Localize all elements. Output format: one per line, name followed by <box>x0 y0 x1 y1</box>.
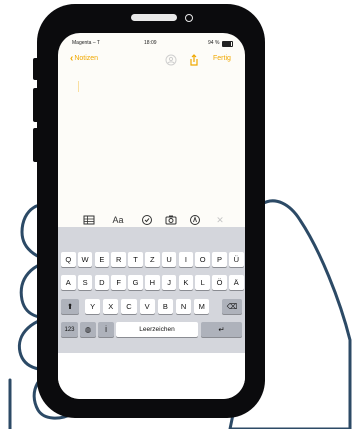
key-x[interactable]: X <box>103 299 119 314</box>
space-key[interactable]: Leerzeichen <box>116 322 198 337</box>
back-label: Notizen <box>74 55 99 62</box>
key-ä[interactable]: Ä <box>229 275 244 290</box>
shift-key[interactable]: ⬆ <box>61 299 79 314</box>
key-s[interactable]: S <box>77 275 93 290</box>
key-k[interactable]: K <box>178 275 194 290</box>
key-e[interactable]: E <box>94 252 110 267</box>
key-d[interactable]: D <box>94 275 110 290</box>
key-n[interactable]: N <box>176 299 192 314</box>
home-indicator-area <box>58 353 245 399</box>
front-camera <box>185 14 193 22</box>
key-j[interactable]: J <box>161 275 177 290</box>
key-v[interactable]: V <box>139 299 155 314</box>
volume-up-button <box>33 88 39 122</box>
key-u[interactable]: U <box>161 252 177 267</box>
battery-icon <box>222 41 233 47</box>
key-t[interactable]: T <box>128 252 143 267</box>
key-q[interactable]: Q <box>61 252 76 267</box>
key-ö[interactable]: Ö <box>212 275 227 290</box>
key-b[interactable]: B <box>157 299 173 314</box>
key-r[interactable]: R <box>111 252 126 267</box>
key-l[interactable]: L <box>195 275 210 290</box>
return-key[interactable]: ↵ <box>201 322 242 337</box>
key-i[interactable]: I <box>178 252 194 267</box>
key-z[interactable]: Z <box>145 252 160 267</box>
keyboard: QWERTZUIOPÜ ASDFGHJKLÖÄ YXCVBNM ⬆ ⌫ 123 … <box>58 227 245 353</box>
globe-key[interactable]: ◍ <box>80 322 96 337</box>
status-time: 18:09 <box>144 40 157 46</box>
numbers-key[interactable]: 123 <box>61 322 78 337</box>
speaker-grille <box>131 14 177 21</box>
key-a[interactable]: A <box>61 275 76 290</box>
microphone-key[interactable]: İ <box>98 322 114 337</box>
status-bar: Magenta – T 18:09 94 % <box>58 40 245 50</box>
delete-key[interactable]: ⌫ <box>222 299 242 314</box>
done-button[interactable]: Fertig <box>213 55 231 62</box>
delete-icon: ⌫ <box>226 302 238 311</box>
key-h[interactable]: H <box>145 275 160 290</box>
back-button[interactable]: ‹ Notizen <box>70 53 99 64</box>
add-people-icon[interactable] <box>165 54 177 66</box>
microphone-icon: İ <box>104 325 108 334</box>
note-text-area[interactable] <box>58 71 245 213</box>
illustration-stage: { "status_bar": { "carrier": "Magenta \u… <box>0 0 354 429</box>
carrier-label: Magenta – T <box>72 40 100 46</box>
key-y[interactable]: Y <box>85 299 101 314</box>
return-icon: ↵ <box>218 325 225 334</box>
battery-percentage: 94 % <box>208 40 220 46</box>
mute-switch <box>33 58 39 80</box>
key-m[interactable]: M <box>194 299 210 314</box>
key-f[interactable]: F <box>111 275 126 290</box>
key-ü[interactable]: Ü <box>229 252 244 267</box>
key-o[interactable]: O <box>195 252 210 267</box>
chevron-left-icon: ‹ <box>70 53 74 64</box>
phone-screen: Magenta – T 18:09 94 % ‹ Notizen Fertig <box>58 33 245 399</box>
key-w[interactable]: W <box>77 252 93 267</box>
text-cursor <box>78 81 79 92</box>
volume-down-button <box>33 128 39 162</box>
shift-icon: ⬆ <box>66 302 74 311</box>
globe-icon: ◍ <box>84 325 92 334</box>
key-g[interactable]: G <box>128 275 143 290</box>
navigation-bar: ‹ Notizen Fertig <box>58 53 245 69</box>
key-p[interactable]: P <box>212 252 227 267</box>
key-c[interactable]: C <box>121 299 137 314</box>
share-icon[interactable] <box>188 54 200 66</box>
